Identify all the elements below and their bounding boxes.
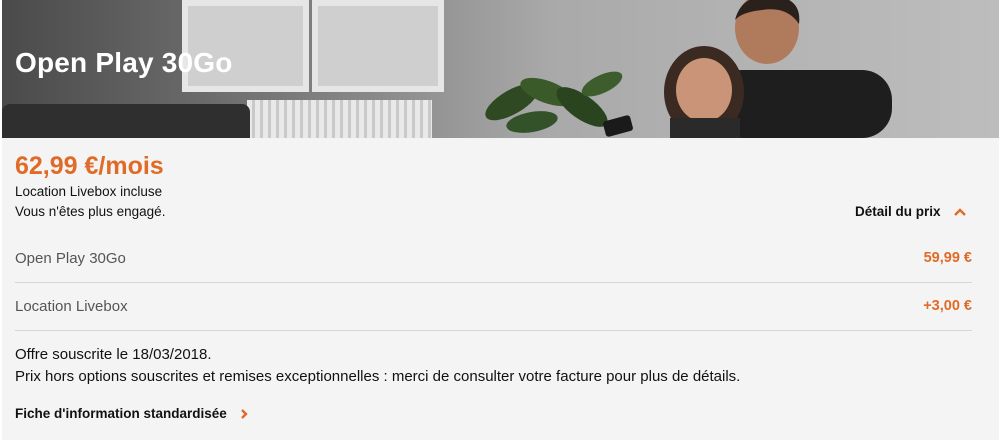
price-row: Open Play 30Go 59,99 € — [15, 234, 972, 282]
window-illustration — [312, 0, 444, 92]
offer-title: Open Play 30Go — [15, 47, 233, 78]
radiator-illustration — [247, 100, 432, 138]
hero-banner: Open Play 30Go — [2, 0, 999, 138]
price-detail-toggle[interactable]: Détail du prix — [855, 204, 967, 219]
chevron-up-icon — [953, 207, 966, 216]
price-row-label: Open Play 30Go — [15, 249, 126, 267]
price-row-amount: +3,00 € — [923, 298, 972, 314]
offer-card: Open Play 30Go 62,99 €/mois Location Liv… — [2, 0, 999, 440]
price-row-label: Location Livebox — [15, 297, 128, 315]
chevron-right-icon — [240, 408, 248, 419]
livebox-included-text: Location Livebox incluse — [15, 184, 163, 199]
commitment-status-text: Vous n'êtes plus engagé. — [15, 204, 166, 219]
price-detail-label: Détail du prix — [855, 204, 941, 219]
price-row-amount: 59,99 € — [923, 250, 972, 266]
standard-info-sheet-link[interactable]: Fiche d'information standardisée — [15, 406, 249, 421]
price-disclaimer-text: Prix hors options souscrites et remises … — [15, 368, 741, 385]
divider — [15, 330, 972, 331]
sofa-illustration — [2, 104, 250, 138]
price-row: Location Livebox +3,00 € — [15, 282, 972, 330]
couple-photo — [603, 0, 892, 138]
standard-info-sheet-label: Fiche d'information standardisée — [15, 406, 227, 421]
subscription-date-text: Offre souscrite le 18/03/2018. — [15, 346, 212, 363]
monthly-price: 62,99 €/mois — [15, 152, 164, 180]
